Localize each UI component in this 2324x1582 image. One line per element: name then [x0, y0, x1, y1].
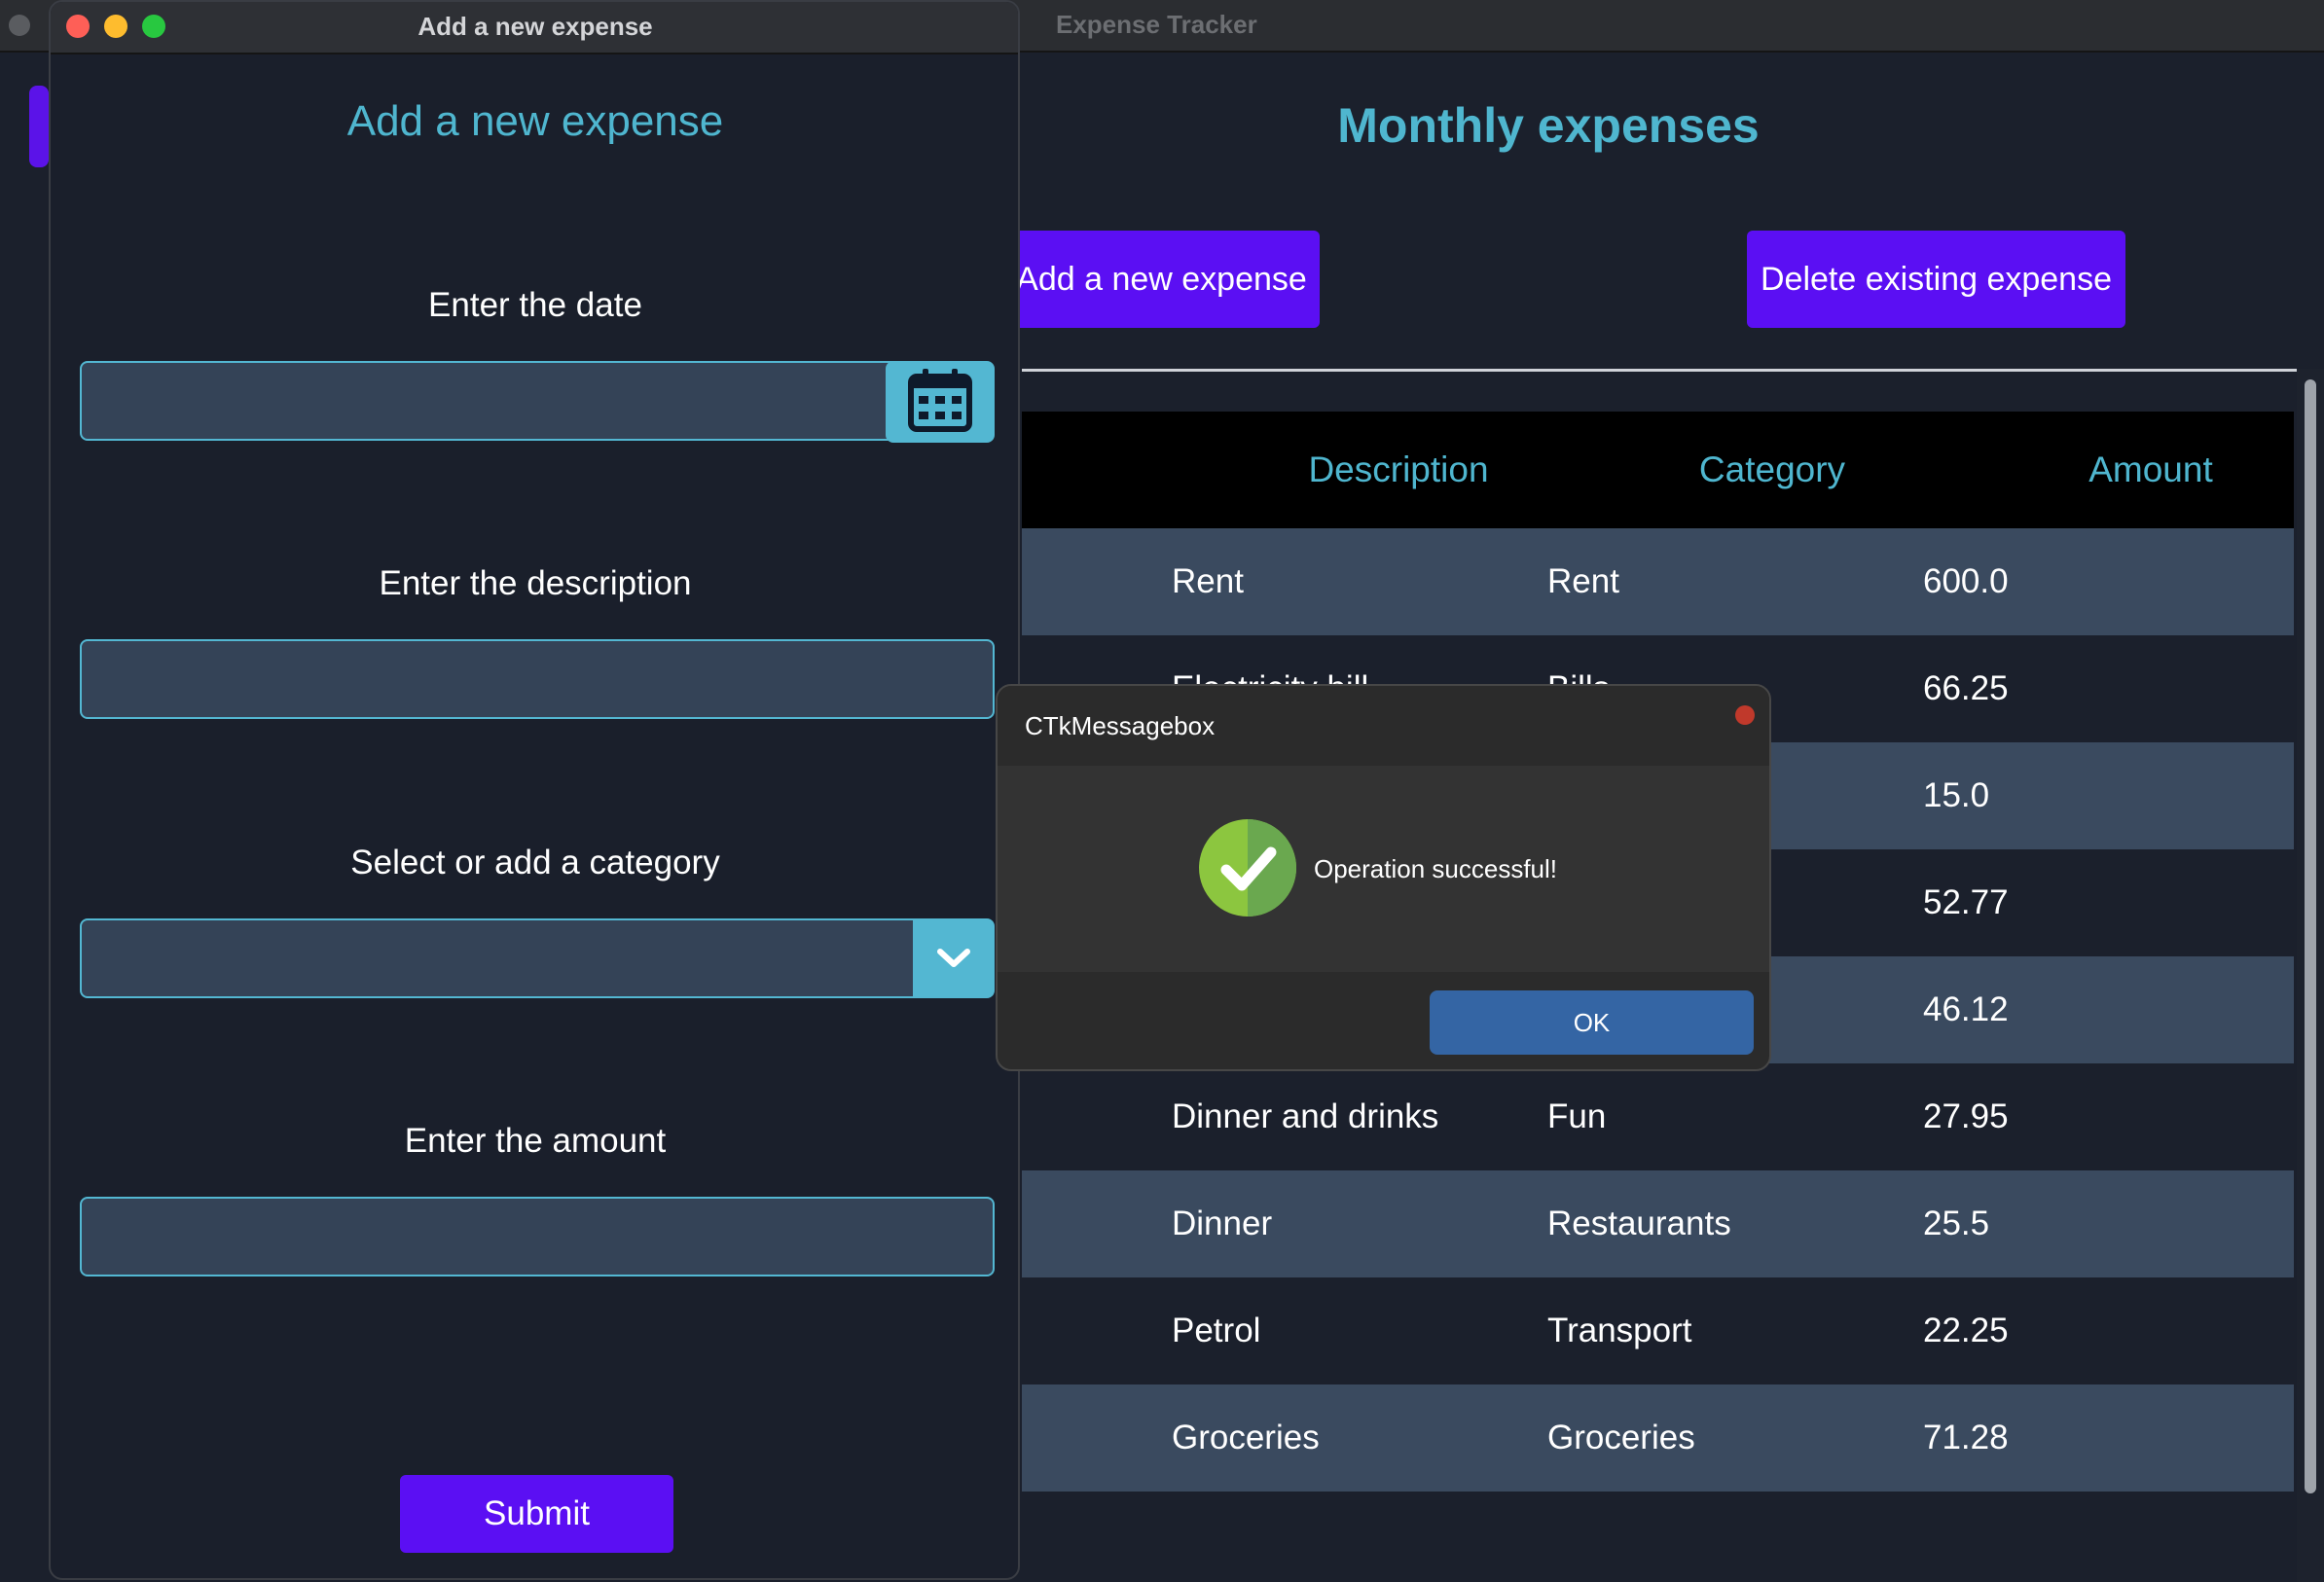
cell-description: Dinner — [1172, 1204, 1273, 1242]
description-field[interactable] — [80, 639, 995, 719]
table-row[interactable]: Rent Rent 600.0 — [1022, 528, 2294, 635]
sidebar-tab[interactable] — [29, 86, 49, 167]
cell-amount: 52.77 — [1923, 883, 2009, 921]
delete-expense-button[interactable]: Delete existing expense — [1747, 231, 2125, 328]
cell-description: Petrol — [1172, 1312, 1261, 1349]
cell-category: Transport — [1547, 1312, 1692, 1349]
calendar-icon — [908, 369, 972, 432]
amount-field[interactable] — [80, 1197, 995, 1276]
cell-amount: 71.28 — [1923, 1419, 2009, 1456]
chevron-down-icon — [937, 949, 970, 967]
cell-amount: 15.0 — [1923, 776, 1990, 814]
form-heading: Add a new expense — [346, 97, 724, 145]
window-control-dot[interactable] — [9, 15, 30, 36]
add-window-title: Add a new expense — [418, 12, 653, 41]
table-row[interactable]: Dinner and drinks Fun 27.95 — [1022, 1063, 2294, 1170]
column-header-description[interactable]: Description — [1204, 412, 1593, 528]
table-border — [1022, 369, 2297, 372]
main-window-title: Expense Tracker — [1056, 10, 1257, 39]
cell-description: Groceries — [1172, 1419, 1320, 1456]
add-expense-button[interactable]: Add a new expense — [1007, 231, 1320, 328]
submit-button[interactable]: Submit — [400, 1475, 673, 1553]
messagebox-titlebar[interactable]: CTkMessagebox — [998, 686, 1769, 766]
add-expense-window: Add a new expense Add a new expense Ente… — [49, 0, 1020, 1580]
cell-amount: 22.25 — [1923, 1312, 2009, 1349]
table-row[interactable]: Petrol Transport 22.25 — [1022, 1277, 2294, 1384]
cell-category: Fun — [1547, 1097, 1607, 1135]
cell-description: Dinner and drinks — [1172, 1097, 1439, 1135]
page-title: Monthly expenses — [1337, 98, 1760, 153]
cell-category: Groceries — [1547, 1419, 1695, 1456]
column-header-amount[interactable]: Amount — [1956, 412, 2324, 528]
category-combobox[interactable] — [80, 918, 917, 998]
category-dropdown-button[interactable] — [913, 918, 995, 998]
cell-category: Rent — [1547, 562, 1619, 600]
messagebox-close-button[interactable] — [1735, 705, 1755, 725]
cell-amount: 600.0 — [1923, 562, 2009, 600]
table-header: Description Category Amount — [1022, 412, 2294, 528]
date-label: Enter the date — [428, 286, 642, 324]
cell-amount: 27.95 — [1923, 1097, 2009, 1135]
column-header-category[interactable]: Category — [1578, 412, 1967, 528]
messagebox-message: Operation successful! — [1314, 854, 1558, 883]
add-window-titlebar[interactable]: Add a new expense — [51, 2, 1018, 54]
ok-button[interactable]: OK — [1430, 990, 1754, 1055]
cell-description: Rent — [1172, 562, 1244, 600]
calendar-button[interactable] — [886, 361, 995, 443]
date-field[interactable] — [80, 361, 917, 441]
cell-amount: 25.5 — [1923, 1204, 1990, 1242]
cell-amount: 46.12 — [1923, 990, 2009, 1028]
cell-category: Restaurants — [1547, 1204, 1731, 1242]
description-label: Enter the description — [379, 564, 692, 602]
category-label: Select or add a category — [350, 844, 720, 881]
cell-amount: 66.25 — [1923, 669, 2009, 707]
amount-label: Enter the amount — [404, 1122, 667, 1160]
table-row[interactable]: Dinner Restaurants 25.5 — [1022, 1170, 2294, 1277]
message-box: CTkMessagebox Operation successful! OK — [996, 684, 1771, 1071]
scrollbar-thumb[interactable] — [2305, 379, 2316, 1493]
table-row[interactable]: Groceries Groceries 71.28 — [1022, 1384, 2294, 1492]
check-icon — [1199, 819, 1296, 917]
messagebox-title: CTkMessagebox — [1025, 711, 1216, 740]
